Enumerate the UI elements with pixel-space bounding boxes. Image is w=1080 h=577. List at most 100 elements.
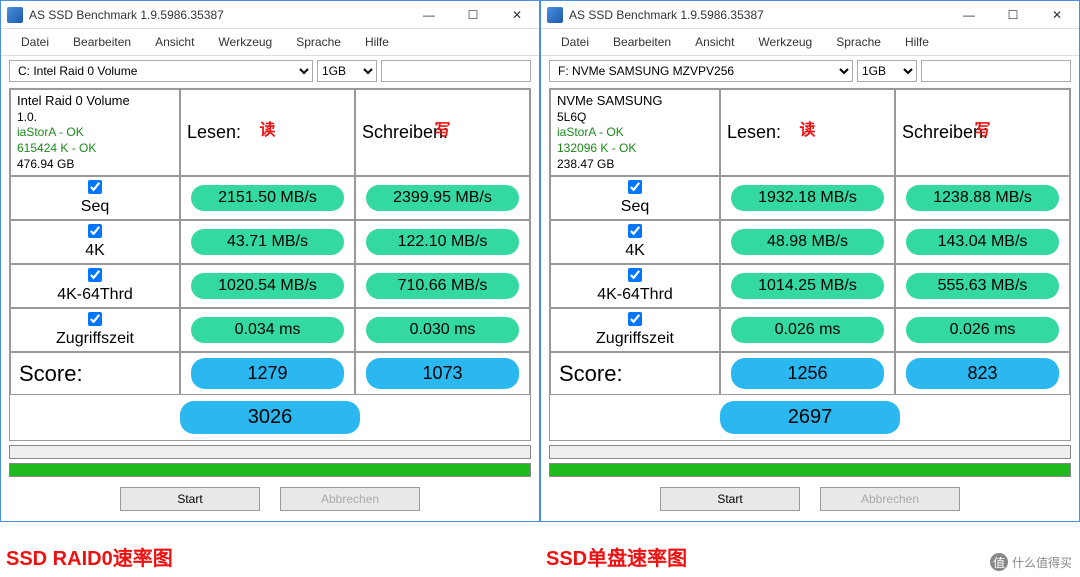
seq-row: Seq <box>10 176 180 220</box>
cancel-button: Abbrechen <box>280 487 420 511</box>
drive-select[interactable]: C: Intel Raid 0 Volume <box>9 60 313 82</box>
close-button[interactable]: ✕ <box>1035 1 1079 29</box>
watermark-icon: 值 <box>990 553 1008 571</box>
read-header: Lesen:读 <box>720 89 895 176</box>
total-row: 2697 <box>550 395 1070 440</box>
app-icon <box>7 7 23 23</box>
maximize-button[interactable]: ☐ <box>991 1 1035 29</box>
4k-row: 4K <box>10 220 180 264</box>
dual-window-container: AS SSD Benchmark 1.9.5986.35387 — ☐ ✕ Da… <box>0 0 1080 522</box>
score-read: 1279 <box>191 358 344 389</box>
4k64-row: 4K-64Thrd <box>10 264 180 308</box>
seq-checkbox[interactable] <box>88 180 102 194</box>
watermark: 值什么值得买 <box>990 553 1072 571</box>
drive-info: Intel Raid 0 Volume 1.0. iaStorA - OK 61… <box>10 89 180 176</box>
menubar: Datei Bearbeiten Ansicht Werkzeug Sprach… <box>541 29 1079 56</box>
selector-row: F: NVMe SAMSUNG MZVPV256 1GB <box>541 56 1079 86</box>
menu-hilfe[interactable]: Hilfe <box>353 33 401 51</box>
menu-sprache[interactable]: Sprache <box>284 33 353 51</box>
access-row: Zugriffszeit <box>550 308 720 352</box>
4k-write: 143.04 MB/s <box>906 229 1059 255</box>
access-read: 0.026 ms <box>731 317 884 343</box>
menu-sprache[interactable]: Sprache <box>824 33 893 51</box>
4k-checkbox[interactable] <box>628 224 642 238</box>
maximize-button[interactable]: ☐ <box>451 1 495 29</box>
score-write: 823 <box>906 358 1059 389</box>
seq-read: 2151.50 MB/s <box>191 185 344 211</box>
menu-datei[interactable]: Datei <box>9 33 61 51</box>
progress-bar-1 <box>549 445 1071 459</box>
4k64-checkbox[interactable] <box>628 268 642 282</box>
minimize-button[interactable]: — <box>947 1 991 29</box>
window-title: AS SSD Benchmark 1.9.5986.35387 <box>29 8 407 22</box>
results-grid: NVMe SAMSUNG 5L6Q iaStorA - OK 132096 K … <box>549 88 1071 441</box>
score-label: Score: <box>10 352 180 395</box>
progress-bar-2 <box>9 463 531 477</box>
benchmark-window-left: AS SSD Benchmark 1.9.5986.35387 — ☐ ✕ Da… <box>0 0 540 522</box>
menu-werkzeug[interactable]: Werkzeug <box>746 33 824 51</box>
access-write: 0.030 ms <box>366 317 519 343</box>
access-write: 0.026 ms <box>906 317 1059 343</box>
seq-checkbox[interactable] <box>628 180 642 194</box>
menu-datei[interactable]: Datei <box>549 33 601 51</box>
seq-read: 1932.18 MB/s <box>731 185 884 211</box>
window-controls: — ☐ ✕ <box>947 1 1079 29</box>
size-select[interactable]: 1GB <box>317 60 377 82</box>
read-header: Lesen:读 <box>180 89 355 176</box>
menu-hilfe[interactable]: Hilfe <box>893 33 941 51</box>
titlebar[interactable]: AS SSD Benchmark 1.9.5986.35387 — ☐ ✕ <box>541 1 1079 29</box>
4k-read: 48.98 MB/s <box>731 229 884 255</box>
menu-werkzeug[interactable]: Werkzeug <box>206 33 284 51</box>
4k64-read: 1014.25 MB/s <box>731 273 884 299</box>
seq-write: 2399.95 MB/s <box>366 185 519 211</box>
titlebar[interactable]: AS SSD Benchmark 1.9.5986.35387 — ☐ ✕ <box>1 1 539 29</box>
menubar: Datei Bearbeiten Ansicht Werkzeug Sprach… <box>1 29 539 56</box>
4k64-write: 555.63 MB/s <box>906 273 1059 299</box>
access-checkbox[interactable] <box>88 312 102 326</box>
window-controls: — ☐ ✕ <box>407 1 539 29</box>
4k64-write: 710.66 MB/s <box>366 273 519 299</box>
seq-write: 1238.88 MB/s <box>906 185 1059 211</box>
score-read: 1256 <box>731 358 884 389</box>
cancel-button: Abbrechen <box>820 487 960 511</box>
4k-checkbox[interactable] <box>88 224 102 238</box>
app-icon <box>547 7 563 23</box>
4k-row: 4K <box>550 220 720 264</box>
caption-right: SSD单盘速率图 <box>546 542 687 571</box>
menu-bearbeiten[interactable]: Bearbeiten <box>61 33 143 51</box>
write-header: Schreiben:写 <box>355 89 530 176</box>
total-row: 3026 <box>10 395 530 440</box>
close-button[interactable]: ✕ <box>495 1 539 29</box>
access-row: Zugriffszeit <box>10 308 180 352</box>
minimize-button[interactable]: — <box>407 1 451 29</box>
4k64-row: 4K-64Thrd <box>550 264 720 308</box>
4k-write: 122.10 MB/s <box>366 229 519 255</box>
4k-read: 43.71 MB/s <box>191 229 344 255</box>
4k64-checkbox[interactable] <box>88 268 102 282</box>
access-checkbox[interactable] <box>628 312 642 326</box>
drive-info: NVMe SAMSUNG 5L6Q iaStorA - OK 132096 K … <box>550 89 720 176</box>
start-button[interactable]: Start <box>120 487 260 511</box>
results-grid: Intel Raid 0 Volume 1.0. iaStorA - OK 61… <box>9 88 531 441</box>
menu-ansicht[interactable]: Ansicht <box>683 33 746 51</box>
seq-row: Seq <box>550 176 720 220</box>
start-button[interactable]: Start <box>660 487 800 511</box>
score-write: 1073 <box>366 358 519 389</box>
menu-ansicht[interactable]: Ansicht <box>143 33 206 51</box>
access-read: 0.034 ms <box>191 317 344 343</box>
button-row: Start Abbrechen <box>1 481 539 521</box>
size-select[interactable]: 1GB <box>857 60 917 82</box>
menu-bearbeiten[interactable]: Bearbeiten <box>601 33 683 51</box>
selector-row: C: Intel Raid 0 Volume 1GB <box>1 56 539 86</box>
total-score: 2697 <box>720 401 900 434</box>
button-row: Start Abbrechen <box>541 481 1079 521</box>
4k64-read: 1020.54 MB/s <box>191 273 344 299</box>
drive-select[interactable]: F: NVMe SAMSUNG MZVPV256 <box>549 60 853 82</box>
extra-input[interactable] <box>921 60 1071 82</box>
progress-bar-1 <box>9 445 531 459</box>
window-title: AS SSD Benchmark 1.9.5986.35387 <box>569 8 947 22</box>
caption-left: SSD RAID0速率图 <box>6 542 173 571</box>
write-header: Schreiben:写 <box>895 89 1070 176</box>
extra-input[interactable] <box>381 60 531 82</box>
benchmark-window-right: AS SSD Benchmark 1.9.5986.35387 — ☐ ✕ Da… <box>540 0 1080 522</box>
